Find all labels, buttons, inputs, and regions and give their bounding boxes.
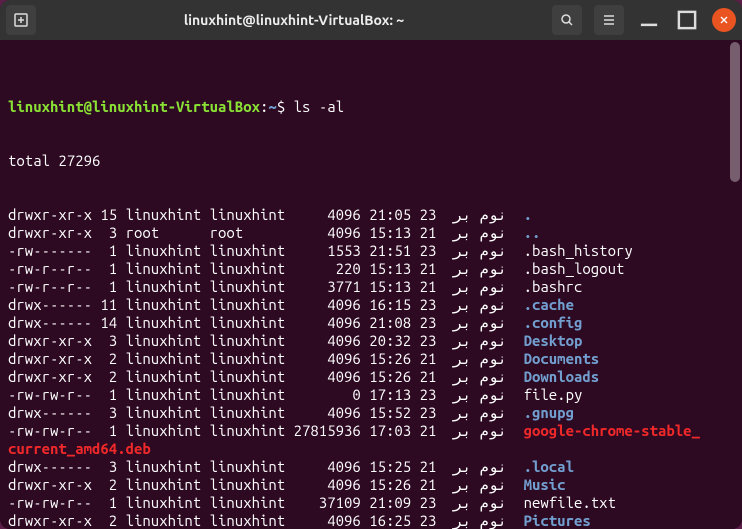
close-button[interactable] (712, 8, 736, 32)
month-label: نوم بر (453, 386, 507, 403)
month-label: نوم بر (453, 350, 507, 367)
file-name: .local (524, 458, 574, 475)
month-label: نوم بر (453, 332, 507, 349)
file-name: newfile.txt (524, 494, 616, 511)
table-row: -rw-rw-r-- 1 linuxhint linuxhint 37109 2… (8, 494, 734, 512)
window-title: linuxhint@linuxhint-VirtualBox: ~ (42, 12, 546, 28)
titlebar: linuxhint@linuxhint-VirtualBox: ~ (0, 0, 742, 40)
month-label: نوم بر (453, 494, 507, 511)
file-name: .gnupg (524, 404, 574, 421)
file-name: current_amd64.deb (8, 440, 151, 457)
file-name: Downloads (524, 368, 600, 385)
file-meta: -rw-r--r-- 1 linuxhint linuxhint 3771 15… (8, 278, 453, 295)
month-label: نوم بر (453, 476, 507, 493)
terminal-body[interactable]: linuxhint@linuxhint-VirtualBox:~$ ls -al… (0, 40, 742, 529)
prompt-path: ~ (268, 98, 276, 115)
file-meta: drwxr-xr-x 2 linuxhint linuxhint 4096 15… (8, 350, 453, 367)
month-label: نوم بر (453, 404, 507, 421)
file-name: Music (524, 476, 566, 493)
file-name: .. (524, 224, 541, 241)
file-name: file.py (524, 386, 583, 403)
table-row: drwx------ 14 linuxhint linuxhint 4096 2… (8, 314, 734, 332)
file-name: . (524, 206, 532, 223)
file-name: google-chrome-stable_ (524, 422, 700, 439)
month-label: نوم بر (453, 224, 507, 241)
table-row: drwxr-xr-x 2 linuxhint linuxhint 4096 15… (8, 350, 734, 368)
file-name: Documents (524, 350, 600, 367)
month-label: نوم بر (453, 512, 507, 529)
file-name: .bash_logout (524, 260, 625, 277)
file-meta: drwx------ 11 linuxhint linuxhint 4096 1… (8, 296, 453, 313)
file-meta: -rw-rw-r-- 1 linuxhint linuxhint 37109 2… (8, 494, 453, 511)
prompt-dollar: $ (277, 98, 294, 115)
file-meta: drwx------ 3 linuxhint linuxhint 4096 15… (8, 458, 453, 475)
terminal-window: linuxhint@linuxhint-VirtualBox: ~ linuxh… (0, 0, 742, 529)
table-row: -rw-r--r-- 1 linuxhint linuxhint 220 15:… (8, 260, 734, 278)
total-line: total 27296 (8, 152, 734, 170)
table-row: drwxr-xr-x 3 root root 4096 15:13 21 نوم… (8, 224, 734, 242)
table-row: -rw-rw-r-- 1 linuxhint linuxhint 2781593… (8, 422, 734, 440)
table-row: drwxr-xr-x 15 linuxhint linuxhint 4096 2… (8, 206, 734, 224)
table-row: drwxr-xr-x 2 linuxhint linuxhint 4096 16… (8, 512, 734, 529)
table-row: -rw------- 1 linuxhint linuxhint 1553 21… (8, 242, 734, 260)
table-row: drwxr-xr-x 3 linuxhint linuxhint 4096 20… (8, 332, 734, 350)
new-tab-icon (13, 12, 29, 28)
table-row: drwxr-xr-x 2 linuxhint linuxhint 4096 15… (8, 476, 734, 494)
file-meta: -rw-r--r-- 1 linuxhint linuxhint 220 15:… (8, 260, 453, 277)
close-icon (718, 14, 730, 26)
file-name: Pictures (524, 512, 591, 529)
table-row: drwx------ 3 linuxhint linuxhint 4096 15… (8, 458, 734, 476)
file-meta: drwxr-xr-x 3 root root 4096 15:13 21 (8, 224, 453, 241)
table-row: drwxr-xr-x 2 linuxhint linuxhint 4096 15… (8, 368, 734, 386)
search-button[interactable] (552, 5, 582, 35)
minimize-button[interactable] (636, 7, 662, 33)
month-label: نوم بر (453, 422, 507, 439)
file-meta: drwxr-xr-x 2 linuxhint linuxhint 4096 15… (8, 476, 453, 493)
scrollbar-thumb[interactable] (730, 42, 740, 182)
file-name: Desktop (524, 332, 583, 349)
prompt-command: ls -al (294, 98, 344, 115)
file-meta: -rw-rw-r-- 1 linuxhint linuxhint 2781593… (8, 422, 453, 439)
new-tab-button[interactable] (6, 5, 36, 35)
month-label: نوم بر (453, 260, 507, 277)
month-label: نوم بر (453, 368, 507, 385)
file-name: .bash_history (524, 242, 633, 259)
file-meta: -rw------- 1 linuxhint linuxhint 1553 21… (8, 242, 453, 259)
file-meta: -rw-rw-r-- 1 linuxhint linuxhint 0 17:13… (8, 386, 453, 403)
prompt-user-host: linuxhint@linuxhint-VirtualBox (8, 98, 260, 115)
table-row: drwx------ 3 linuxhint linuxhint 4096 15… (8, 404, 734, 422)
file-name: .bashrc (524, 278, 583, 295)
month-label: نوم بر (453, 296, 507, 313)
month-label: نوم بر (453, 278, 507, 295)
file-listing: drwxr-xr-x 15 linuxhint linuxhint 4096 2… (8, 206, 734, 529)
file-name: .cache (524, 296, 574, 313)
file-name: .config (524, 314, 583, 331)
file-meta: drwx------ 14 linuxhint linuxhint 4096 2… (8, 314, 453, 331)
hamburger-icon (601, 12, 617, 28)
file-meta: drwxr-xr-x 2 linuxhint linuxhint 4096 15… (8, 368, 453, 385)
table-row: -rw-rw-r-- 1 linuxhint linuxhint 0 17:13… (8, 386, 734, 404)
file-meta: drwxr-xr-x 3 linuxhint linuxhint 4096 20… (8, 332, 453, 349)
file-meta: drwxr-xr-x 2 linuxhint linuxhint 4096 16… (8, 512, 453, 529)
table-row: -rw-r--r-- 1 linuxhint linuxhint 3771 15… (8, 278, 734, 296)
menu-button[interactable] (594, 5, 624, 35)
month-label: نوم بر (453, 458, 507, 475)
maximize-button[interactable] (674, 7, 700, 33)
month-label: نوم بر (453, 206, 507, 223)
prompt-line: linuxhint@linuxhint-VirtualBox:~$ ls -al (8, 98, 734, 116)
month-label: نوم بر (453, 314, 507, 331)
table-row: drwx------ 11 linuxhint linuxhint 4096 1… (8, 296, 734, 314)
month-label: نوم بر (453, 242, 507, 259)
file-meta: drwx------ 3 linuxhint linuxhint 4096 15… (8, 404, 453, 421)
table-row-wrapped: current_amd64.deb (8, 440, 734, 458)
minimize-icon (636, 7, 662, 33)
search-icon (559, 12, 575, 28)
maximize-icon (674, 7, 700, 33)
file-meta: drwxr-xr-x 15 linuxhint linuxhint 4096 2… (8, 206, 453, 223)
